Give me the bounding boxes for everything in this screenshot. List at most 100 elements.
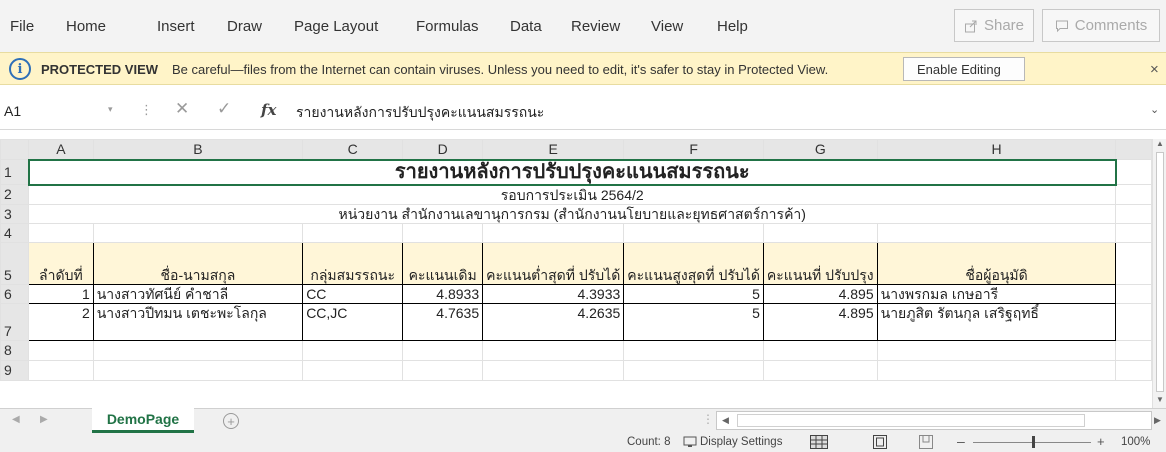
menu-draw[interactable]: Draw xyxy=(227,18,262,35)
column-header-a[interactable]: A xyxy=(28,139,94,160)
cell-name[interactable]: นางสาวทัศนีย์ คำชาลี xyxy=(92,283,304,304)
cell-min-score[interactable]: 4.2635 xyxy=(482,302,625,341)
column-header-c[interactable]: C xyxy=(302,139,404,160)
enable-editing-button[interactable]: Enable Editing xyxy=(903,57,1025,81)
menu-file[interactable]: File xyxy=(10,18,34,35)
cell[interactable] xyxy=(92,339,304,361)
cell[interactable] xyxy=(302,359,404,381)
cell[interactable] xyxy=(28,339,94,361)
column-header-b[interactable]: B xyxy=(92,139,304,160)
row-header-1[interactable]: 1 xyxy=(0,159,30,185)
header-order[interactable]: ลำดับที่ xyxy=(28,241,94,285)
name-box-dropdown-icon[interactable]: ▾ xyxy=(108,104,113,115)
cell-adjusted-score[interactable]: 4.895 xyxy=(762,302,878,341)
cell[interactable] xyxy=(1115,241,1152,285)
scroll-left-icon[interactable]: ◀ xyxy=(722,415,729,426)
row-header-3[interactable]: 3 xyxy=(0,203,30,224)
header-approver[interactable]: ชื่อผู้อนุมัดิ xyxy=(876,241,1117,285)
header-min-adjustable[interactable]: คะแนนต่ำสุดที่ ปรับได้ xyxy=(482,241,625,285)
page-layout-view-icon[interactable] xyxy=(873,435,887,449)
expand-formula-bar-icon[interactable]: ⌄ xyxy=(1150,103,1159,116)
cell[interactable] xyxy=(402,339,484,361)
header-original-score[interactable]: คะแนนเดิม xyxy=(402,241,484,285)
cell[interactable] xyxy=(876,339,1117,361)
display-settings-icon[interactable] xyxy=(683,436,697,448)
cell[interactable] xyxy=(1115,184,1152,205)
display-settings-label[interactable]: Display Settings xyxy=(700,436,782,448)
menu-view[interactable]: View xyxy=(651,18,683,35)
cell[interactable] xyxy=(623,359,764,381)
menu-help[interactable]: Help xyxy=(717,18,748,35)
row-header-4[interactable]: 4 xyxy=(0,222,30,243)
tab-split-handle-icon[interactable]: ⋮ xyxy=(702,412,714,426)
cell[interactable] xyxy=(1115,302,1152,341)
page-break-view-icon[interactable] xyxy=(919,435,933,449)
vertical-scrollbar[interactable]: ▲ ▼ xyxy=(1152,139,1166,408)
cell-max-score[interactable]: 5 xyxy=(623,302,764,341)
scroll-up-icon[interactable]: ▲ xyxy=(1156,139,1164,148)
header-competency-group[interactable]: กลุ่มสมรรถนะ xyxy=(302,241,404,285)
cell[interactable] xyxy=(1115,283,1152,304)
cell[interactable] xyxy=(482,359,625,381)
header-adjusted-score[interactable]: คะแนนที่ ปรับปรุง xyxy=(762,241,878,285)
column-header-g[interactable]: G xyxy=(762,139,878,160)
cell[interactable] xyxy=(92,359,304,381)
select-all-corner[interactable] xyxy=(0,139,30,160)
column-header-h[interactable]: H xyxy=(876,139,1117,160)
cell[interactable] xyxy=(482,339,625,361)
cell[interactable] xyxy=(1115,339,1152,361)
zoom-in-icon[interactable]: + xyxy=(1097,434,1105,449)
cell-adjusted-score[interactable]: 4.895 xyxy=(762,283,878,304)
header-max-adjustable[interactable]: คะแนนสูงสุดที่ ปรับได้ xyxy=(623,241,764,285)
prev-sheet-icon[interactable]: ◀ xyxy=(12,414,20,425)
cell[interactable] xyxy=(402,359,484,381)
comments-button[interactable]: Comments xyxy=(1042,9,1160,42)
cell-original-score[interactable]: 4.8933 xyxy=(402,283,484,304)
cell-approver[interactable]: นางพรกมล เกษอารี xyxy=(876,283,1117,304)
cell[interactable] xyxy=(402,222,484,243)
next-sheet-icon[interactable]: ▶ xyxy=(40,414,48,425)
cell-original-score[interactable]: 4.7635 xyxy=(402,302,484,341)
confirm-entry-icon[interactable]: ✓ xyxy=(217,99,231,119)
cell[interactable] xyxy=(302,222,404,243)
cell[interactable] xyxy=(762,339,878,361)
header-name[interactable]: ชื่อ-นามสกุล xyxy=(92,241,304,285)
zoom-level[interactable]: 100% xyxy=(1121,436,1150,448)
insert-function-icon[interactable]: fx xyxy=(261,101,276,119)
cell-name[interactable]: นางสาวปีทมน เตชะพะโลกุล xyxy=(92,302,304,341)
cell[interactable] xyxy=(1115,159,1152,185)
scroll-right-icon[interactable]: ▶ xyxy=(1154,415,1161,426)
add-sheet-icon[interactable]: + xyxy=(223,413,239,429)
cell-group[interactable]: CC,JC xyxy=(302,302,404,341)
column-header-e[interactable]: E xyxy=(482,139,625,160)
cell[interactable] xyxy=(28,222,94,243)
sheet-tab-demopage[interactable]: DemoPage xyxy=(92,408,194,433)
formula-content[interactable]: รายงานหลังการปรับปรุงคะแนนสมรรถนะ xyxy=(296,102,544,124)
cell[interactable] xyxy=(762,222,878,243)
cell-a1-title[interactable]: รายงานหลังการปรับปรุงคะแนนสมรรถนะ xyxy=(27,158,1117,186)
normal-view-icon[interactable] xyxy=(810,435,828,449)
row-header-9[interactable]: 9 xyxy=(0,359,30,381)
cell[interactable] xyxy=(1115,203,1152,224)
menu-home[interactable]: Home xyxy=(66,18,106,35)
cell[interactable] xyxy=(92,222,304,243)
share-button[interactable]: Share xyxy=(954,9,1034,42)
row-header-7[interactable]: 7 xyxy=(0,302,30,341)
menu-insert[interactable]: Insert xyxy=(157,18,195,35)
horizontal-scroll-thumb[interactable] xyxy=(737,414,1085,427)
cell-order[interactable]: 1 xyxy=(28,283,94,304)
cell-a2-subtitle[interactable]: รอบการประเมิน 2564/2 xyxy=(28,184,1117,205)
cell-order[interactable]: 2 xyxy=(28,302,94,341)
horizontal-scrollbar[interactable]: ◀ xyxy=(716,411,1152,430)
cell[interactable] xyxy=(302,339,404,361)
menu-data[interactable]: Data xyxy=(510,18,542,35)
cell-min-score[interactable]: 4.3933 xyxy=(482,283,625,304)
cell-a3-agency[interactable]: หน่วยงาน สำนักงานเลขานุการกรม (สำนักงานน… xyxy=(28,203,1117,224)
scroll-down-icon[interactable]: ▼ xyxy=(1156,395,1164,404)
cell[interactable] xyxy=(28,359,94,381)
cell[interactable] xyxy=(482,222,625,243)
row-header-2[interactable]: 2 xyxy=(0,184,30,205)
cell[interactable] xyxy=(623,222,764,243)
cell[interactable] xyxy=(876,359,1117,381)
row-header-8[interactable]: 8 xyxy=(0,339,30,361)
